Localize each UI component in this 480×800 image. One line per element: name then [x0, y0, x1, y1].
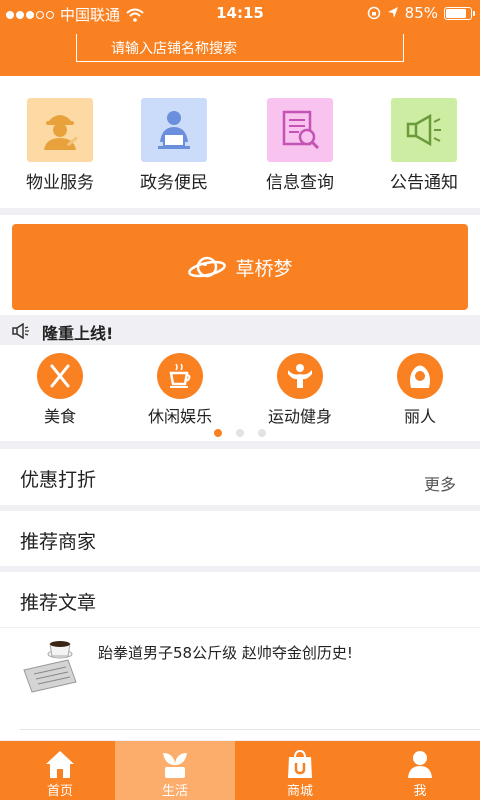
- pager-dot[interactable]: [258, 429, 266, 437]
- megaphone-icon: [391, 98, 457, 162]
- article-title: 跆拳道男子58公斤级 赵帅夺金创历史!: [98, 644, 353, 662]
- search-placeholder: 请输入店铺名称搜索: [111, 41, 237, 57]
- orientation-lock-icon: [367, 6, 380, 20]
- category-label: 公告通知: [390, 173, 458, 193]
- category-label: 信息查询: [266, 173, 334, 193]
- category-grid: 物业服务 政务便民 信息查询 公告通知: [0, 76, 480, 208]
- tab-label: 我: [413, 784, 427, 799]
- coffee-cup-icon: [157, 353, 203, 399]
- service-carousel: 美食 休闲娱乐 运动健身 丽人: [0, 345, 480, 441]
- fitness-icon: [277, 353, 323, 399]
- tab-label: 首页: [46, 784, 73, 799]
- category-announcement[interactable]: 公告通知: [364, 98, 480, 193]
- section-title: 推荐文章: [20, 592, 97, 614]
- section-discount[interactable]: 优惠打折 更多: [0, 449, 480, 505]
- plant-icon: [163, 753, 187, 778]
- fork-knife-icon: [37, 353, 83, 399]
- tab-life[interactable]: 生活: [115, 741, 235, 800]
- section-articles[interactable]: 推荐文章: [0, 572, 480, 627]
- section-title: 优惠打折: [20, 469, 97, 491]
- service-label: 休闲娱乐: [147, 407, 212, 426]
- status-right: 85%: [367, 4, 475, 22]
- category-property-service[interactable]: 物业服务: [0, 98, 120, 193]
- tab-bar: 首页 生活 商城 我: [0, 741, 480, 800]
- carousel-pager[interactable]: [0, 429, 480, 437]
- document-search-icon: [267, 98, 333, 162]
- service-fitness[interactable]: 运动健身: [240, 353, 360, 427]
- notice-bar[interactable]: 隆重上线!: [0, 315, 480, 345]
- service-label: 美食: [43, 407, 76, 426]
- tab-me[interactable]: 我: [360, 741, 480, 800]
- banner-label: 草桥梦: [235, 257, 293, 280]
- category-info-query[interactable]: 信息查询: [240, 98, 360, 193]
- category-government-service[interactable]: 政务便民: [114, 98, 234, 193]
- service-label: 丽人: [403, 407, 436, 426]
- category-label: 物业服务: [26, 173, 94, 193]
- battery-icon: [444, 6, 475, 20]
- pager-dot-active[interactable]: [214, 429, 222, 437]
- pager-dot[interactable]: [236, 429, 244, 437]
- service-beauty[interactable]: 丽人: [360, 353, 480, 427]
- divider: [20, 729, 480, 730]
- more-link[interactable]: 更多: [424, 471, 456, 495]
- person-at-desk-icon: [141, 98, 207, 162]
- section-merchants[interactable]: 推荐商家: [0, 511, 480, 566]
- tab-mall[interactable]: 商城: [240, 741, 360, 800]
- worker-icon: [27, 98, 93, 162]
- speaker-icon: [12, 323, 29, 339]
- home-icon: [46, 751, 74, 778]
- planet-icon: [188, 256, 227, 278]
- tab-home[interactable]: 首页: [0, 741, 120, 800]
- shopping-bag-icon: [288, 749, 312, 778]
- battery-fill: [446, 8, 467, 18]
- section-title: 推荐商家: [20, 531, 97, 553]
- woman-icon: [397, 353, 443, 399]
- notice-text: 隆重上线!: [42, 324, 114, 343]
- banner-area: 草桥梦: [0, 215, 480, 315]
- search-input[interactable]: 请输入店铺名称搜索: [76, 34, 404, 62]
- tab-label: 商城: [286, 784, 313, 799]
- service-leisure[interactable]: 休闲娱乐: [120, 353, 240, 427]
- service-food[interactable]: 美食: [0, 353, 120, 427]
- banner-button[interactable]: 草桥梦: [12, 224, 468, 310]
- category-label: 政务便民: [140, 173, 208, 193]
- battery-percent: 85%: [404, 4, 438, 22]
- user-icon: [408, 751, 432, 778]
- header: 请输入店铺名称搜索: [0, 26, 480, 76]
- status-bar: 中国联通 14:15 85%: [0, 0, 480, 26]
- article-list-item[interactable]: 跆拳道男子58公斤级 赵帅夺金创历史!: [0, 628, 480, 740]
- tab-label: 生活: [161, 784, 188, 799]
- newspaper-coffee-icon: [20, 638, 78, 694]
- location-icon: [387, 7, 398, 18]
- service-label: 运动健身: [267, 407, 332, 426]
